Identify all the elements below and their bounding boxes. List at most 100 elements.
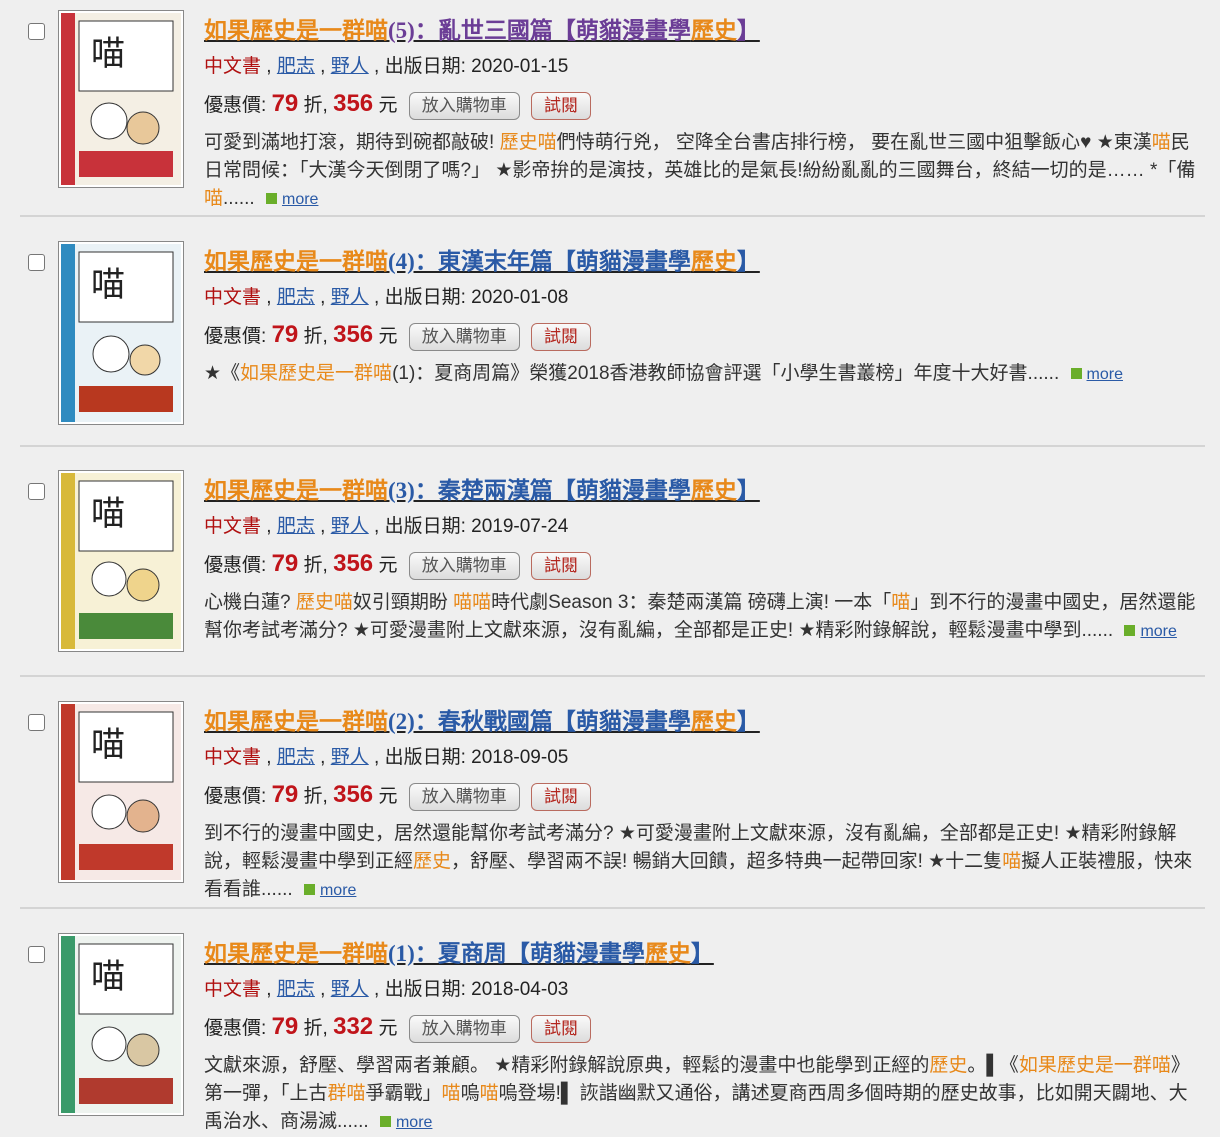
discount-unit: 折, — [303, 1018, 328, 1039]
book-cover-image[interactable]: 喵 — [58, 10, 184, 188]
date-label: 出版日期: — [384, 56, 472, 77]
language-label: 中文書 — [204, 747, 262, 768]
price-row: 優惠價: 79 折, 356 元 放入購物車 試閱 — [204, 320, 1204, 352]
more-icon — [379, 1116, 391, 1127]
author-link[interactable]: 肥志 — [277, 516, 315, 537]
book-cover-image[interactable]: 喵 — [58, 933, 184, 1116]
add-to-cart-button[interactable]: 放入購物車 — [408, 322, 520, 351]
publisher-link[interactable]: 野人 — [331, 287, 369, 308]
currency-label: 元 — [378, 786, 398, 807]
more-label: more — [281, 191, 319, 208]
book-title-link[interactable]: 如果歷史是一群喵(1)：夏商周【萌貓漫畫學歷史】 — [204, 940, 714, 968]
description-segment: 時代劇Season 3：秦楚兩漢篇 磅礴上演! 一本「 — [491, 592, 892, 613]
preview-button[interactable]: 試閱 — [531, 551, 592, 580]
description-segment: 。▌《 — [967, 1055, 1019, 1076]
book-info: 如果歷史是一群喵(4)：東漢末年篇【萌貓漫畫學歷史】 中文書 , 肥志 , 野人… — [204, 241, 1204, 389]
more-link[interactable]: more — [303, 882, 356, 899]
more-link[interactable]: more — [379, 1114, 432, 1131]
title-keyword: 歷史 — [690, 709, 737, 734]
book-cover-image[interactable]: 喵 — [58, 470, 184, 652]
publish-date: 2019-07-24 — [471, 516, 569, 537]
book-item: 喵 如果歷史是一群喵(2)：春秋戰國篇【萌貓漫畫學歷史】 中文書 , 肥志 , … — [20, 701, 1205, 909]
preview-button[interactable]: 試閱 — [531, 1014, 592, 1043]
discount-value: 79 — [271, 781, 299, 808]
select-checkbox[interactable] — [28, 483, 45, 500]
price-row: 優惠價: 79 折, 356 元 放入購物車 試閱 — [204, 549, 1204, 581]
publish-date: 2018-04-03 — [471, 979, 569, 1000]
select-checkbox[interactable] — [28, 714, 45, 731]
title-keyword: 歷史 — [644, 941, 691, 966]
cover-art: 喵 — [61, 704, 181, 880]
currency-label: 元 — [378, 95, 398, 116]
price-value: 356 — [333, 781, 374, 808]
book-meta: 中文書 , 肥志 , 野人 , 出版日期: 2020-01-15 — [204, 55, 1204, 79]
book-description: 心機白蓮? 歷史喵奴引頸期盼 喵喵時代劇Season 3：秦楚兩漢篇 磅礴上演!… — [204, 589, 1204, 646]
title-keyword: 歷史 — [690, 18, 737, 43]
price-row: 優惠價: 79 折, 356 元 放入購物車 試閱 — [204, 780, 1204, 812]
more-link[interactable]: more — [1124, 623, 1177, 640]
separator: , — [320, 287, 326, 308]
svg-text:喵: 喵 — [91, 725, 125, 765]
author-link[interactable]: 肥志 — [277, 747, 315, 768]
preview-button[interactable]: 試閱 — [531, 782, 592, 811]
publish-date: 2018-09-05 — [471, 747, 569, 768]
title-keyword: 如果歷史是一群喵 — [204, 18, 388, 43]
price-value: 356 — [333, 90, 374, 117]
book-cover-image[interactable]: 喵 — [58, 241, 184, 425]
author-link[interactable]: 肥志 — [277, 979, 315, 1000]
publisher-link[interactable]: 野人 — [331, 56, 369, 77]
price-row: 優惠價: 79 折, 356 元 放入購物車 試閱 — [204, 89, 1204, 121]
book-title-link[interactable]: 如果歷史是一群喵(2)：春秋戰國篇【萌貓漫畫學歷史】 — [204, 708, 760, 736]
book-title-link[interactable]: 如果歷史是一群喵(5)：亂世三國篇【萌貓漫畫學歷史】 — [204, 17, 760, 45]
publisher-link[interactable]: 野人 — [331, 747, 369, 768]
book-description: 到不行的漫畫中國史，居然還能幫你考試考滿分? ★可愛漫畫附上文獻來源，沒有亂編，… — [204, 820, 1204, 905]
add-to-cart-button[interactable]: 放入購物車 — [408, 91, 520, 120]
svg-text:喵: 喵 — [91, 265, 125, 305]
add-to-cart-button[interactable]: 放入購物車 — [408, 1014, 520, 1043]
description-text: 文獻來源，舒壓、學習兩者兼顧。 ★精彩附錄解說原典，輕鬆的漫畫中也能學到正經的歷… — [204, 1055, 1190, 1132]
description-segment: (1)：夏商周篇》榮獲2018香港教師協會評選「小學生書叢榜」年度十大好書...… — [392, 363, 1060, 384]
discount-value: 79 — [271, 550, 299, 577]
book-title-link[interactable]: 如果歷史是一群喵(3)：秦楚兩漢篇【萌貓漫畫學歷史】 — [204, 477, 760, 505]
more-label: more — [1086, 366, 1123, 383]
highlight-keyword: 歷史喵 — [499, 132, 557, 153]
preview-button[interactable]: 試閱 — [531, 322, 592, 351]
preview-button[interactable]: 試閱 — [531, 91, 592, 120]
price-label: 優惠價: — [204, 786, 272, 807]
title-text: (3)：秦楚兩漢篇【萌貓漫畫學 — [388, 478, 691, 503]
more-link[interactable]: more — [1070, 366, 1123, 383]
price-value: 356 — [333, 321, 374, 348]
book-cover-image[interactable]: 喵 — [58, 701, 184, 883]
date-label: 出版日期: — [384, 516, 472, 537]
description-segment: 奴引頸期盼 — [352, 592, 454, 613]
add-to-cart-button[interactable]: 放入購物車 — [408, 782, 520, 811]
price-label: 優惠價: — [204, 1018, 272, 1039]
price-row: 優惠價: 79 折, 332 元 放入購物車 試閱 — [204, 1012, 1204, 1044]
add-to-cart-button[interactable]: 放入購物車 — [408, 551, 520, 580]
publish-date: 2020-01-15 — [471, 56, 569, 77]
separator: , — [320, 516, 326, 537]
cover-art: 喵 — [61, 936, 181, 1113]
date-label: 出版日期: — [384, 747, 472, 768]
select-checkbox[interactable] — [28, 23, 45, 40]
author-link[interactable]: 肥志 — [277, 56, 315, 77]
more-icon — [303, 884, 315, 895]
description-text: 可愛到滿地打滾，期待到碗都敲破! 歷史喵們恃萌行兇， 空降全台書店排行榜， 要在… — [204, 132, 1195, 209]
author-link[interactable]: 肥志 — [277, 287, 315, 308]
book-meta: 中文書 , 肥志 , 野人 , 出版日期: 2018-09-05 — [204, 746, 1204, 770]
title-text: (1)：夏商周【萌貓漫畫學 — [388, 941, 645, 966]
publisher-link[interactable]: 野人 — [331, 516, 369, 537]
description-segment: 文獻來源，舒壓、學習兩者兼顧。 ★精彩附錄解說原典，輕鬆的漫畫中也能學到正經的 — [204, 1055, 930, 1076]
svg-text:喵: 喵 — [91, 494, 125, 534]
separator: , — [266, 56, 272, 77]
book-meta: 中文書 , 肥志 , 野人 , 出版日期: 2018-04-03 — [204, 978, 1204, 1002]
more-icon — [265, 193, 277, 204]
select-checkbox[interactable] — [28, 254, 45, 271]
publisher-link[interactable]: 野人 — [331, 979, 369, 1000]
price-value: 356 — [333, 550, 374, 577]
select-checkbox[interactable] — [28, 946, 45, 963]
book-title-link[interactable]: 如果歷史是一群喵(4)：東漢末年篇【萌貓漫畫學歷史】 — [204, 248, 760, 276]
more-link[interactable]: more — [265, 191, 319, 208]
book-info: 如果歷史是一群喵(3)：秦楚兩漢篇【萌貓漫畫學歷史】 中文書 , 肥志 , 野人… — [204, 470, 1204, 646]
book-meta: 中文書 , 肥志 , 野人 , 出版日期: 2019-07-24 — [204, 515, 1204, 539]
